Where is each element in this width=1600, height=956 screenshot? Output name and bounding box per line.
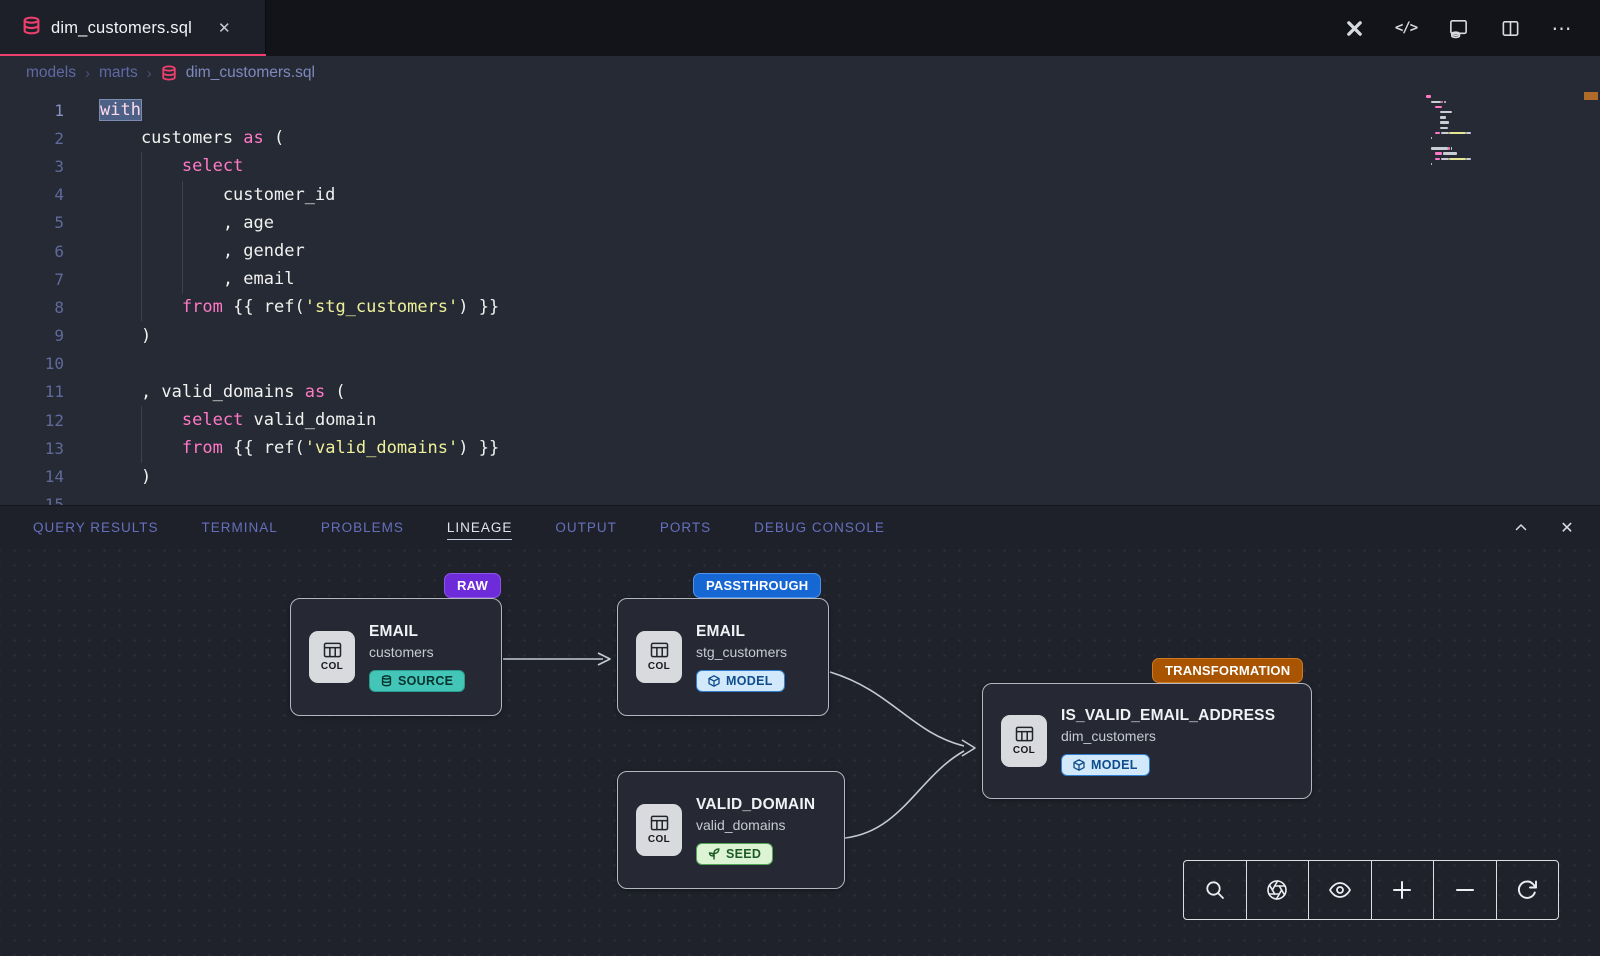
zoom-in-icon[interactable] xyxy=(1372,861,1435,919)
badge-label: MODEL xyxy=(726,674,773,688)
chevron-right-icon: › xyxy=(147,65,152,82)
database-icon xyxy=(22,16,41,40)
col-kind-label: COL xyxy=(1013,745,1035,756)
collapse-panel-icon[interactable] xyxy=(1510,517,1532,539)
panel-actions: ✕ xyxy=(1510,517,1578,539)
panel-tab-query-results[interactable]: QUERY RESULTS xyxy=(33,516,159,539)
column-icon: COL xyxy=(636,631,682,683)
col-kind-label: COL xyxy=(321,661,343,672)
seedling-icon xyxy=(708,847,720,860)
breadcrumb-file[interactable]: dim_customers.sql xyxy=(186,64,315,82)
code-line: 13 from {{ ref('valid_domains') }} xyxy=(0,434,1600,462)
cube-icon xyxy=(1073,759,1085,771)
panel-tab-lineage[interactable]: LINEAGE xyxy=(447,516,513,540)
panel-tab-terminal[interactable]: TERMINAL xyxy=(202,516,278,539)
panel-tabs: QUERY RESULTS TERMINAL PROBLEMS LINEAGE OUTP… xyxy=(33,506,885,549)
panel-header: QUERY RESULTS TERMINAL PROBLEMS LINEAGE OUTP… xyxy=(0,505,1600,549)
search-icon[interactable] xyxy=(1184,861,1247,919)
code-lines: 1with2 customers as (3 select4 customer_… xyxy=(0,90,1600,505)
code-icon[interactable]: </> xyxy=(1394,16,1418,40)
close-panel-icon[interactable]: ✕ xyxy=(1556,517,1578,539)
source-badge: SOURCE xyxy=(369,670,465,692)
code-line: 1with xyxy=(0,96,1600,124)
tag-raw: RAW xyxy=(444,573,501,598)
lineage-node-valid-domains[interactable]: COL VALID_DOMAIN valid_domains SEED xyxy=(617,771,845,889)
column-name: EMAIL xyxy=(369,623,418,641)
minimap[interactable] xyxy=(1426,94,1540,172)
tab-label: dim_customers.sql xyxy=(51,19,192,38)
code-line: 12 select valid_domain xyxy=(0,406,1600,434)
code-line: 15 xyxy=(0,491,1600,505)
indent-guide xyxy=(182,181,183,294)
breadcrumb: models › marts › dim_customers.sql xyxy=(0,56,1600,90)
column-icon: COL xyxy=(1001,715,1047,767)
lineage-node-dim-customers[interactable]: COL IS_VALID_EMAIL_ADDRESS dim_customers… xyxy=(982,683,1312,799)
refresh-icon[interactable] xyxy=(1497,861,1559,919)
compiled-query-icon[interactable] xyxy=(1446,16,1470,40)
editor-actions: </> ⋯ xyxy=(1342,0,1600,56)
chevron-right-icon: › xyxy=(85,65,90,82)
code-line: 3 select xyxy=(0,152,1600,180)
lineage-canvas[interactable]: COL EMAIL customers SOURCE xyxy=(0,549,1600,956)
panel-tab-ports[interactable]: PORTS xyxy=(660,516,711,539)
database-icon xyxy=(381,675,392,687)
code-line: 4 customer_id xyxy=(0,181,1600,209)
indent-guide xyxy=(141,152,142,321)
panel-tab-debug-console[interactable]: DEBUG CONSOLE xyxy=(754,516,885,539)
model-badge: MODEL xyxy=(696,670,785,692)
seed-badge: SEED xyxy=(696,843,773,865)
column-name: EMAIL xyxy=(696,623,745,641)
aperture-icon[interactable] xyxy=(1247,861,1310,919)
code-line: 2 customers as ( xyxy=(0,124,1600,152)
code-line: 11 , valid_domains as ( xyxy=(0,378,1600,406)
zoom-out-icon[interactable] xyxy=(1434,861,1497,919)
editor-tab-bar: dim_customers.sql ✕ </> xyxy=(0,0,1600,56)
close-tab-icon[interactable]: ✕ xyxy=(218,21,231,36)
graph-toolbar xyxy=(1183,860,1559,920)
badge-label: MODEL xyxy=(1091,758,1138,772)
code-line: 5 , age xyxy=(0,209,1600,237)
code-editor[interactable]: 1with2 customers as (3 select4 customer_… xyxy=(0,90,1600,505)
code-line: 7 , email xyxy=(0,265,1600,293)
column-name: IS_VALID_EMAIL_ADDRESS xyxy=(1061,707,1275,725)
code-line: 9 ) xyxy=(0,322,1600,350)
more-actions-icon[interactable]: ⋯ xyxy=(1550,16,1574,40)
lineage-node-customers-email[interactable]: COL EMAIL customers SOURCE xyxy=(290,598,502,716)
table-name: valid_domains xyxy=(696,817,786,833)
code-line: 10 xyxy=(0,350,1600,378)
lineage-node-stg-customers-email[interactable]: COL EMAIL stg_customers MODEL xyxy=(617,598,829,716)
code-line: 14 ) xyxy=(0,462,1600,490)
indent-guide xyxy=(141,406,142,463)
dbt-run-icon[interactable] xyxy=(1342,16,1366,40)
col-kind-label: COL xyxy=(648,834,670,845)
column-icon: COL xyxy=(636,804,682,856)
eye-icon[interactable] xyxy=(1309,861,1372,919)
table-name: customers xyxy=(369,644,434,660)
code-line: 6 , gender xyxy=(0,237,1600,265)
app-window: dim_customers.sql ✕ </> xyxy=(0,0,1600,956)
table-name: dim_customers xyxy=(1061,728,1156,744)
overview-ruler-mark xyxy=(1584,92,1598,100)
tag-transformation: TRANSFORMATION xyxy=(1152,658,1303,683)
badge-label: SOURCE xyxy=(398,674,453,688)
tag-passthrough: PASSTHROUGH xyxy=(693,573,821,598)
split-editor-icon[interactable] xyxy=(1498,16,1522,40)
column-name: VALID_DOMAIN xyxy=(696,796,815,814)
breadcrumb-models[interactable]: models xyxy=(26,64,76,82)
col-kind-label: COL xyxy=(648,661,670,672)
table-name: stg_customers xyxy=(696,644,787,660)
code-line: 8 from {{ ref('stg_customers') }} xyxy=(0,293,1600,321)
database-icon xyxy=(161,65,177,81)
cube-icon xyxy=(708,675,720,687)
tab-dim-customers-sql[interactable]: dim_customers.sql ✕ xyxy=(0,0,266,56)
panel-tab-problems[interactable]: PROBLEMS xyxy=(321,516,404,539)
model-badge: MODEL xyxy=(1061,754,1150,776)
column-icon: COL xyxy=(309,631,355,683)
panel-tab-output[interactable]: OUTPUT xyxy=(555,516,617,539)
breadcrumb-marts[interactable]: marts xyxy=(99,64,138,82)
badge-label: SEED xyxy=(726,847,761,861)
